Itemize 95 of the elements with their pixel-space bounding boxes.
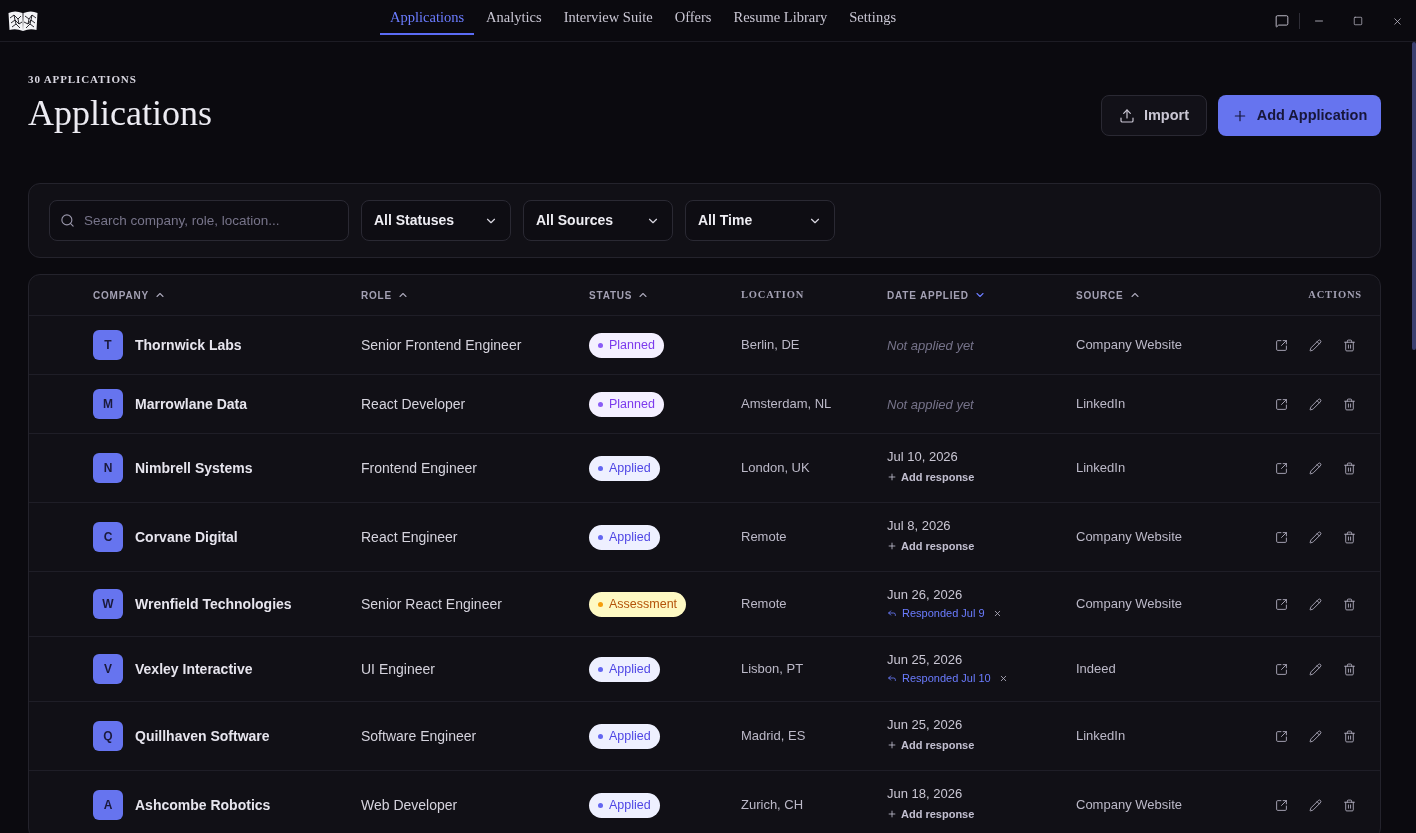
role-text: Senior Frontend Engineer: [361, 335, 523, 355]
location-text: Berlin, DE: [741, 336, 801, 355]
filter-dropdown[interactable]: All Statuses: [361, 200, 511, 241]
company-name: Quillhaven Software: [135, 726, 270, 746]
nav-tab[interactable]: Resume Library: [723, 0, 838, 35]
not-applied-text: Not applied yet: [887, 338, 974, 353]
open-book-logo-icon: [8, 10, 38, 32]
role-text: Senior React Engineer: [361, 594, 503, 614]
plus-icon: [887, 541, 897, 551]
company-name: Corvane Digital: [135, 527, 238, 547]
column-header[interactable]: SOURCE: [1076, 287, 1124, 303]
add-button[interactable]: Add Application: [1218, 95, 1381, 136]
nav-tab[interactable]: Settings: [839, 0, 907, 35]
date-text: Jun 18, 2026: [887, 785, 963, 803]
column-header[interactable]: DATE APPLIED: [887, 287, 969, 303]
location-text: London, UK: [741, 459, 811, 478]
company-avatar: Q: [93, 721, 123, 751]
company-name: Marrowlane Data: [135, 394, 248, 414]
company-avatar: N: [93, 453, 123, 483]
source-text: LinkedIn: [1076, 395, 1127, 414]
company-name: Thornwick Labs: [135, 335, 242, 355]
role-text: Frontend Engineer: [361, 458, 478, 478]
location-text: Amsterdam, NL: [741, 395, 833, 414]
source-text: Company Website: [1076, 528, 1183, 547]
scrollbar-thumb[interactable]: [1412, 42, 1416, 350]
location-text: Zurich, CH: [741, 796, 805, 815]
reply-icon: [887, 673, 897, 683]
date-text: Jul 8, 2026: [887, 517, 951, 535]
filter-dropdown[interactable]: All Sources: [523, 200, 673, 241]
location-text: Remote: [741, 528, 788, 547]
upload-icon: [1118, 107, 1135, 124]
source-text: Company Website: [1076, 796, 1183, 815]
remove-icon[interactable]: [992, 608, 1002, 618]
role-text: Software Engineer: [361, 726, 478, 746]
add-response-button[interactable]: Add response: [887, 466, 975, 488]
status-badge: Applied: [589, 723, 660, 749]
company-avatar: C: [93, 522, 123, 552]
role-text: React Developer: [361, 394, 467, 414]
nav-tab[interactable]: Interview Suite: [553, 0, 663, 35]
column-header: ACTIONS: [1308, 288, 1362, 303]
applications-count: 30 APPLICATIONS: [28, 72, 138, 86]
plus-icon: [887, 740, 897, 750]
role-text: React Engineer: [361, 527, 459, 547]
company-avatar: V: [93, 654, 123, 684]
source-text: Indeed: [1076, 660, 1117, 679]
company-name: Vexley Interactive: [135, 659, 253, 679]
plus-icon: [887, 809, 897, 819]
status-badge: Applied: [589, 792, 660, 818]
nav-tab[interactable]: Applications: [380, 0, 475, 35]
date-text: Jun 25, 2026: [887, 651, 963, 669]
company-name: Wrenfield Technologies: [135, 594, 292, 614]
status-badge: Applied: [589, 524, 660, 550]
add-response-button[interactable]: Add response: [887, 803, 975, 825]
role-text: UI Engineer: [361, 659, 436, 679]
responded-link[interactable]: Responded Jul 9: [887, 604, 985, 622]
source-text: LinkedIn: [1076, 727, 1127, 746]
column-header[interactable]: STATUS: [589, 287, 633, 303]
location-text: Madrid, ES: [741, 727, 807, 746]
company-avatar: W: [93, 589, 123, 619]
status-badge: Planned: [589, 391, 664, 417]
role-text: Web Developer: [361, 795, 459, 815]
source-text: Company Website: [1076, 595, 1183, 614]
search-field[interactable]: Search company, role, location...: [49, 200, 349, 241]
status-badge: Assessment: [589, 591, 687, 617]
add-response-button[interactable]: Add response: [887, 535, 975, 557]
date-text: Jul 10, 2026: [887, 448, 958, 466]
page-title: Applications: [28, 92, 212, 134]
source-text: Company Website: [1076, 336, 1183, 355]
company-avatar: M: [93, 389, 123, 419]
nav-tab[interactable]: Analytics: [476, 0, 552, 35]
location-text: Lisbon, PT: [741, 660, 805, 679]
import-button[interactable]: Import: [1101, 95, 1207, 136]
nav-tab[interactable]: Offers: [664, 0, 722, 35]
date-text: Jun 25, 2026: [887, 716, 963, 734]
filter-dropdown[interactable]: All Time: [685, 200, 835, 241]
column-header[interactable]: COMPANY: [93, 287, 149, 303]
column-header[interactable]: ROLE: [361, 287, 392, 303]
reply-icon: [887, 608, 897, 618]
company-name: Ashcombe Robotics: [135, 795, 271, 815]
status-badge: Planned: [589, 332, 664, 358]
company-avatar: T: [93, 330, 123, 360]
add-response-button[interactable]: Add response: [887, 734, 975, 756]
status-badge: Applied: [589, 455, 660, 481]
column-header: LOCATION: [741, 288, 805, 303]
not-applied-text: Not applied yet: [887, 397, 974, 412]
company-avatar: A: [93, 790, 123, 820]
status-badge: Applied: [589, 656, 660, 682]
responded-link[interactable]: Responded Jul 10: [887, 669, 991, 687]
location-text: Remote: [741, 595, 788, 614]
search-icon: [60, 213, 75, 228]
date-text: Jun 26, 2026: [887, 586, 963, 604]
source-text: LinkedIn: [1076, 459, 1127, 478]
company-name: Nimbrell Systems: [135, 458, 253, 478]
plus-icon: [887, 472, 897, 482]
remove-icon[interactable]: [998, 673, 1008, 683]
